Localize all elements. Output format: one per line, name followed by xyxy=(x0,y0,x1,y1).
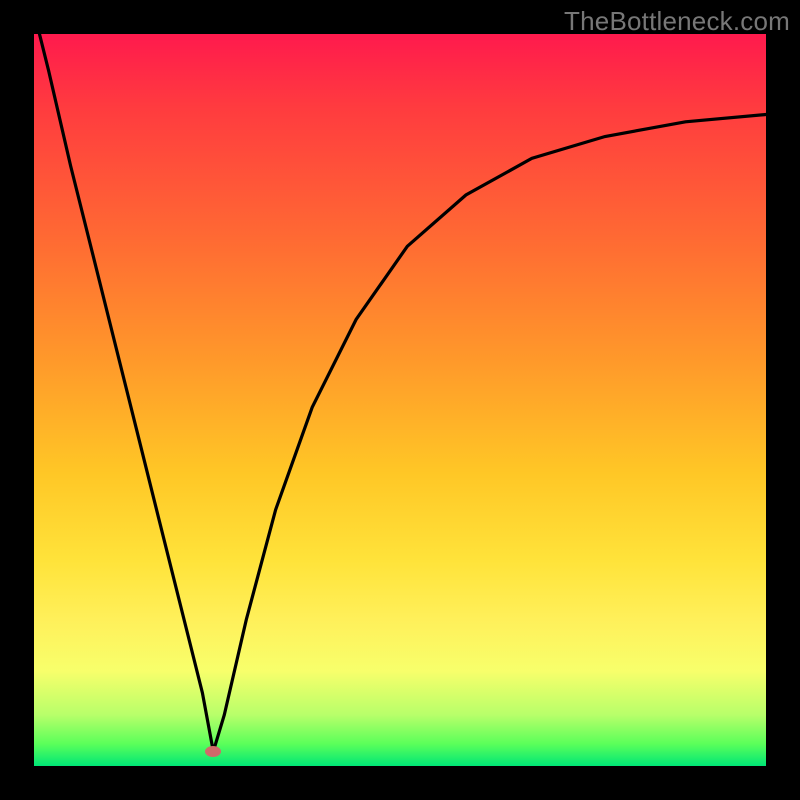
watermark-text: TheBottleneck.com xyxy=(564,6,790,37)
plot-area xyxy=(34,34,766,766)
bottleneck-curve xyxy=(34,12,766,751)
curve-svg xyxy=(34,34,766,766)
chart-frame: TheBottleneck.com xyxy=(0,0,800,800)
